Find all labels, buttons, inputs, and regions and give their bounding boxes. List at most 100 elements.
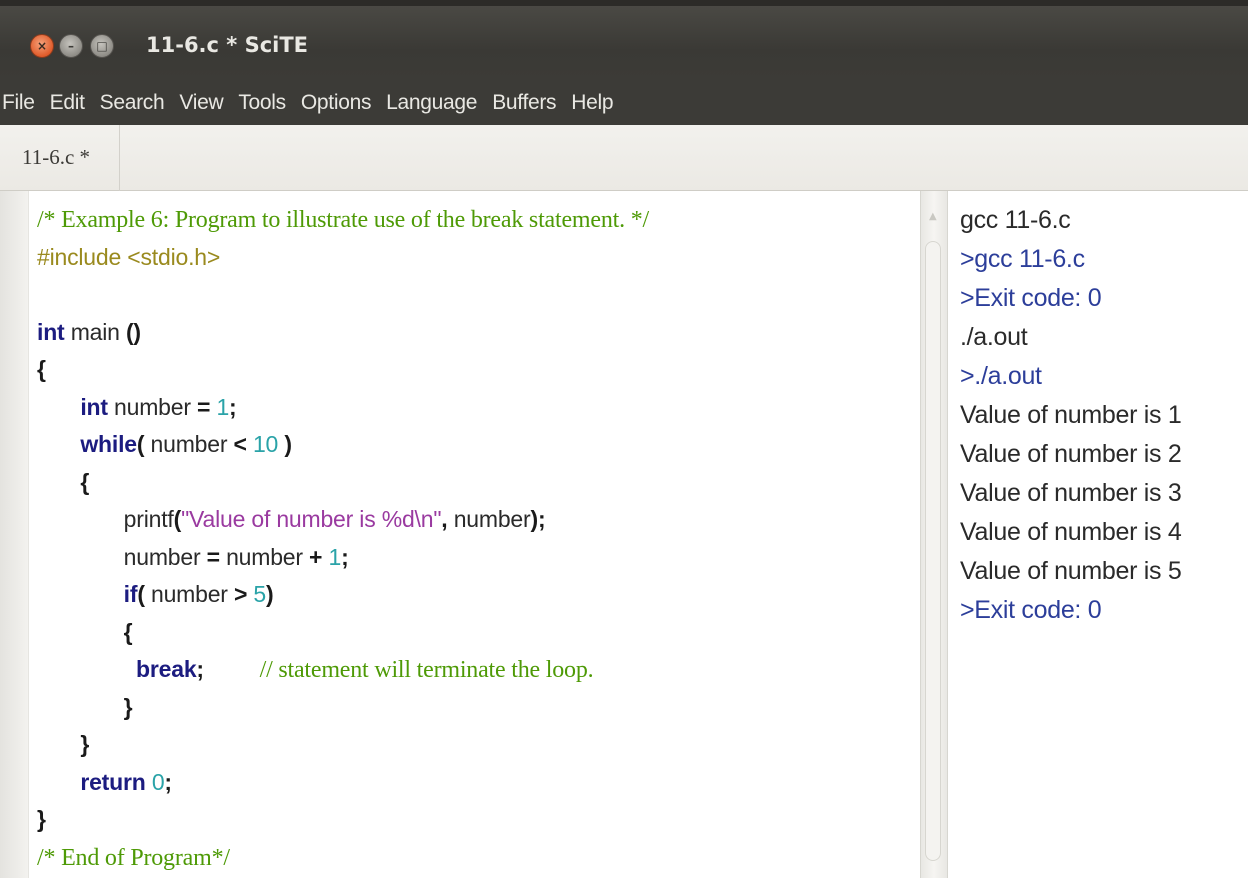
code-token: + (309, 543, 323, 570)
output-line: >Exit code: 0 (960, 284, 1102, 312)
code-token: break (136, 656, 197, 682)
output-text: gcc 11-6.c >gcc 11-6.c >Exit code: 0 ./a.ou… (960, 201, 1182, 630)
code-token: 0 (151, 768, 165, 795)
code-token: number (107, 393, 198, 420)
output-line: >Exit code: 0 (960, 596, 1102, 624)
code-line: return 0; (37, 764, 649, 802)
menu-options[interactable]: Options (292, 80, 377, 125)
code-token: ; (164, 768, 172, 795)
window-title: 11-6.c * SciTE (146, 33, 309, 57)
code-line: while( number < 10 ) (37, 426, 649, 464)
code-token: main (64, 318, 126, 345)
code-token: () (125, 318, 141, 345)
output-line: gcc 11-6.c (960, 206, 1071, 234)
code-token: < (233, 431, 247, 457)
menu-edit[interactable]: Edit (41, 80, 91, 125)
code-token: number (144, 581, 234, 607)
menu-tools[interactable]: Tools (229, 80, 292, 125)
scite-window: × – □ 11-6.c * SciTE File Edit Search Vi… (0, 0, 1248, 878)
code-token: ) (278, 431, 292, 457)
code-token: } (37, 806, 46, 832)
editor-margin[interactable] (0, 191, 29, 878)
output-line: >gcc 11-6.c (960, 245, 1085, 273)
code-line: } (37, 689, 649, 727)
code-token: return (80, 768, 146, 795)
close-button[interactable]: × (30, 34, 54, 58)
code-token: ; (196, 656, 204, 682)
output-line: Value of number is 1 (960, 401, 1182, 429)
code-token: if (123, 581, 138, 607)
code-line: int number = 1; (37, 389, 649, 427)
code-token: { (123, 618, 133, 645)
code-token: number (144, 431, 234, 457)
code-token: int (80, 393, 108, 420)
code-line: /* Example 6: Program to illustrate use … (37, 201, 649, 239)
code-line: number = number + 1; (37, 539, 649, 577)
menu-search[interactable]: Search (91, 80, 171, 125)
code-token: while (80, 431, 137, 457)
code-token: number (37, 543, 207, 570)
code-token: // statement will terminate the loop. (259, 657, 594, 683)
code-token: } (123, 693, 133, 720)
code-token: ; (229, 393, 237, 420)
code-line: { (37, 351, 649, 389)
code-token: #include <stdio.h> (37, 243, 221, 270)
code-line: { (37, 614, 649, 652)
scrollbar-thumb[interactable] (925, 241, 941, 861)
output-line: Value of number is 3 (960, 479, 1182, 507)
menu-buffers[interactable]: Buffers (483, 80, 562, 125)
code-token: ; (341, 543, 349, 570)
maximize-icon: □ (96, 39, 108, 53)
menu-bar: File Edit Search View Tools Options Lang… (0, 80, 1248, 125)
output-line: ./a.out (960, 323, 1028, 351)
code-token: = (206, 543, 220, 570)
code-text: /* Example 6: Program to illustrate use … (37, 201, 649, 876)
code-token: { (37, 356, 46, 382)
code-line: printf("Value of number is %d\n", number… (37, 501, 649, 539)
close-icon: × (36, 39, 48, 53)
code-token: ( (137, 581, 145, 607)
code-token: number (447, 506, 531, 532)
tab-bar: 11-6.c * (0, 125, 1248, 191)
code-token: ) (266, 581, 274, 607)
code-token: ( (173, 506, 182, 532)
output-pane[interactable]: gcc 11-6.c >gcc 11-6.c >Exit code: 0 ./a.ou… (948, 191, 1248, 878)
maximize-button[interactable]: □ (90, 34, 114, 58)
code-token: /* End of Program*/ (37, 844, 230, 871)
code-line: /* End of Program*/ (37, 839, 649, 877)
minimize-button[interactable]: – (59, 34, 83, 58)
menu-view[interactable]: View (170, 80, 229, 125)
code-token: "Value of number is %d\n" (181, 506, 442, 532)
code-token: = (197, 393, 211, 420)
menu-language[interactable]: Language (377, 80, 483, 125)
code-line: int main () (37, 314, 649, 352)
code-token: printf (37, 506, 174, 532)
pane-splitter[interactable]: ▲ (920, 191, 948, 878)
code-token: 1 (216, 393, 230, 420)
menu-help[interactable]: Help (562, 80, 619, 125)
editor-pane[interactable]: /* Example 6: Program to illustrate use … (0, 191, 920, 878)
output-line: Value of number is 5 (960, 557, 1182, 585)
tab-11-6-c[interactable]: 11-6.c * (0, 125, 120, 191)
scroll-up-arrow-icon[interactable]: ▲ (929, 211, 937, 222)
code-token: 5 (253, 581, 266, 607)
code-line: break; // statement will terminate the l… (37, 651, 649, 689)
menu-file[interactable]: File (0, 80, 41, 125)
code-token: { (80, 468, 90, 495)
output-line: Value of number is 4 (960, 518, 1182, 546)
code-token: > (233, 581, 248, 607)
title-bar[interactable]: × – □ 11-6.c * SciTE (0, 0, 1248, 80)
code-token: /* Example 6: Program to illustrate use … (37, 207, 649, 233)
output-line: >./a.out (960, 362, 1042, 390)
code-line: { (37, 464, 649, 502)
